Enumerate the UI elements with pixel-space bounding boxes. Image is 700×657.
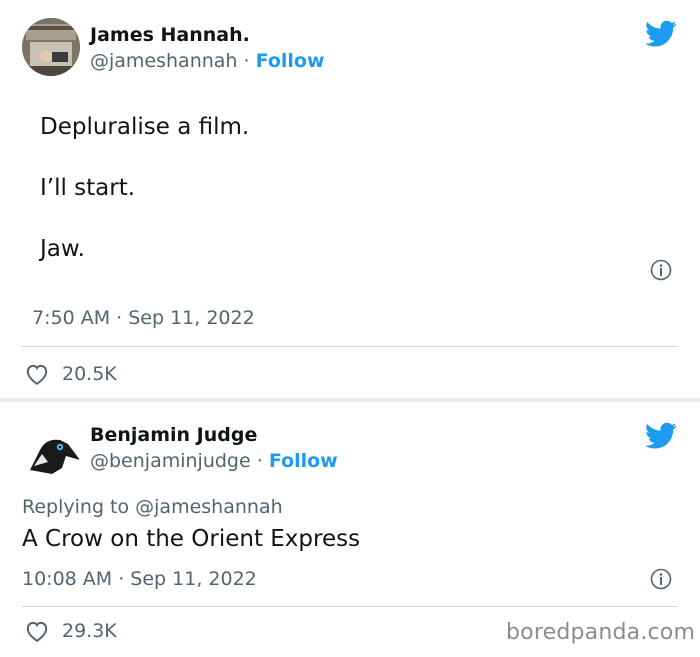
tweet-card-2: Benjamin Judge @benjaminjudge · Follow R… <box>0 402 700 657</box>
author-handle[interactable]: @benjaminjudge <box>90 450 251 472</box>
info-icon[interactable] <box>650 568 672 590</box>
tweet-text-line-2: I’ll start. <box>40 175 136 201</box>
info-icon[interactable] <box>650 259 672 281</box>
avatar-photo <box>22 18 80 76</box>
handle-line: @jameshannah · Follow <box>90 50 325 72</box>
separator: · <box>237 50 256 72</box>
like-count: 20.5K <box>62 363 117 385</box>
watermark: boredpanda.com <box>506 620 696 645</box>
timestamp[interactable]: 10:08 AM · Sep 11, 2022 <box>22 568 257 590</box>
timestamp[interactable]: 7:50 AM · Sep 11, 2022 <box>32 307 255 329</box>
like-button[interactable]: 20.5K <box>24 362 117 386</box>
heart-icon <box>26 621 48 642</box>
replying-to-handle[interactable]: @jameshannah <box>135 496 282 518</box>
heart-icon <box>26 364 48 385</box>
replying-to-prefix: Replying to <box>22 496 136 518</box>
crow-avatar <box>22 424 80 482</box>
twitter-bird-icon[interactable] <box>645 20 677 48</box>
avatar[interactable] <box>22 424 80 482</box>
twitter-bird-icon[interactable] <box>645 422 677 450</box>
replying-to: Replying to @jameshannah <box>22 496 283 518</box>
follow-button[interactable]: Follow <box>256 50 325 72</box>
author-name[interactable]: James Hannah. <box>90 24 250 46</box>
tweet-text-line-1: Depluralise a film. <box>40 114 250 140</box>
like-count: 29.3K <box>62 620 117 642</box>
handle-line: @benjaminjudge · Follow <box>90 450 338 472</box>
follow-button[interactable]: Follow <box>269 450 338 472</box>
author-name[interactable]: Benjamin Judge <box>90 424 257 446</box>
divider <box>22 346 678 347</box>
avatar[interactable] <box>22 18 80 76</box>
author-handle[interactable]: @jameshannah <box>90 50 237 72</box>
tweet-text-line-3: Jaw. <box>40 236 85 262</box>
tweet-text: A Crow on the Orient Express <box>22 526 361 552</box>
like-button[interactable]: 29.3K <box>24 619 117 643</box>
separator: · <box>250 450 269 472</box>
divider <box>22 606 678 607</box>
tweet-card-1: James Hannah. @jameshannah · Follow Depl… <box>0 0 700 398</box>
